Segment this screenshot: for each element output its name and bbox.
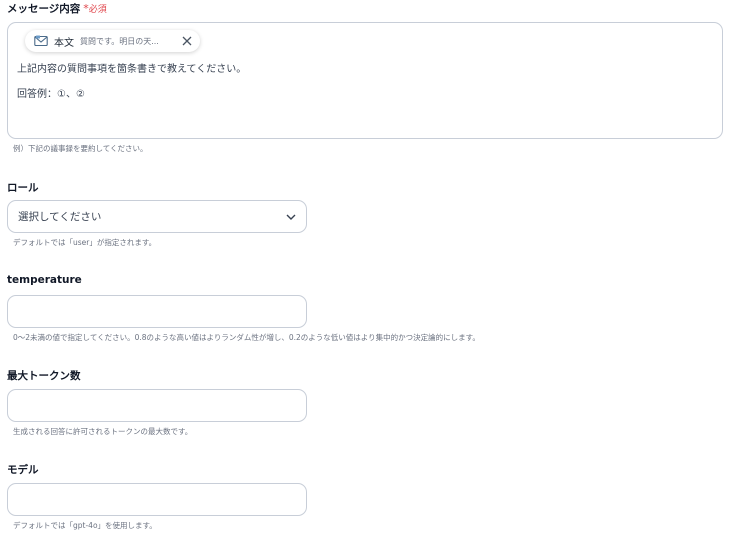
- role-select[interactable]: 選択してください: [7, 200, 307, 233]
- temperature-help: 0〜2未満の値で指定してください。0.8のような高い値はよりランダム性が増し、0…: [13, 333, 480, 342]
- message-line: 上記内容の質問事項を箇条書きで教えてください。: [17, 64, 247, 75]
- model-label: モデル: [7, 464, 39, 476]
- temperature-label: temperature: [7, 274, 82, 286]
- message-label: メッセージ内容 *必須: [7, 2, 107, 15]
- temperature-input[interactable]: [7, 295, 307, 328]
- required-badge: *必須: [83, 2, 107, 15]
- max-tokens-help: 生成される回答に許可されるトークンの最大数です。: [13, 427, 193, 436]
- mail-icon: [34, 35, 48, 47]
- role-help: デフォルトでは「user」が指定されます。: [13, 238, 157, 247]
- chip-preview: 質問です。明日の天...: [80, 36, 159, 46]
- role-label: ロール: [7, 182, 39, 194]
- close-icon[interactable]: [182, 36, 192, 46]
- chip-name: 本文: [54, 37, 74, 49]
- model-input[interactable]: [7, 483, 307, 516]
- max-tokens-input[interactable]: [7, 389, 307, 422]
- message-help: 例）下記の議事録を要約してください。: [13, 144, 148, 153]
- message-line: 回答例：①、②: [17, 89, 85, 100]
- chevron-down-icon: [286, 214, 296, 220]
- role-select-value: 選択してください: [18, 211, 102, 223]
- variable-chip[interactable]: 本文 質問です。明日の天...: [25, 30, 200, 52]
- message-textarea[interactable]: 本文 質問です。明日の天... 上記内容の質問事項を箇条書きで教えてください。 …: [7, 22, 723, 139]
- max-tokens-label: 最大トークン数: [7, 370, 81, 382]
- model-help: デフォルトでは「gpt-4o」を使用します。: [13, 521, 157, 530]
